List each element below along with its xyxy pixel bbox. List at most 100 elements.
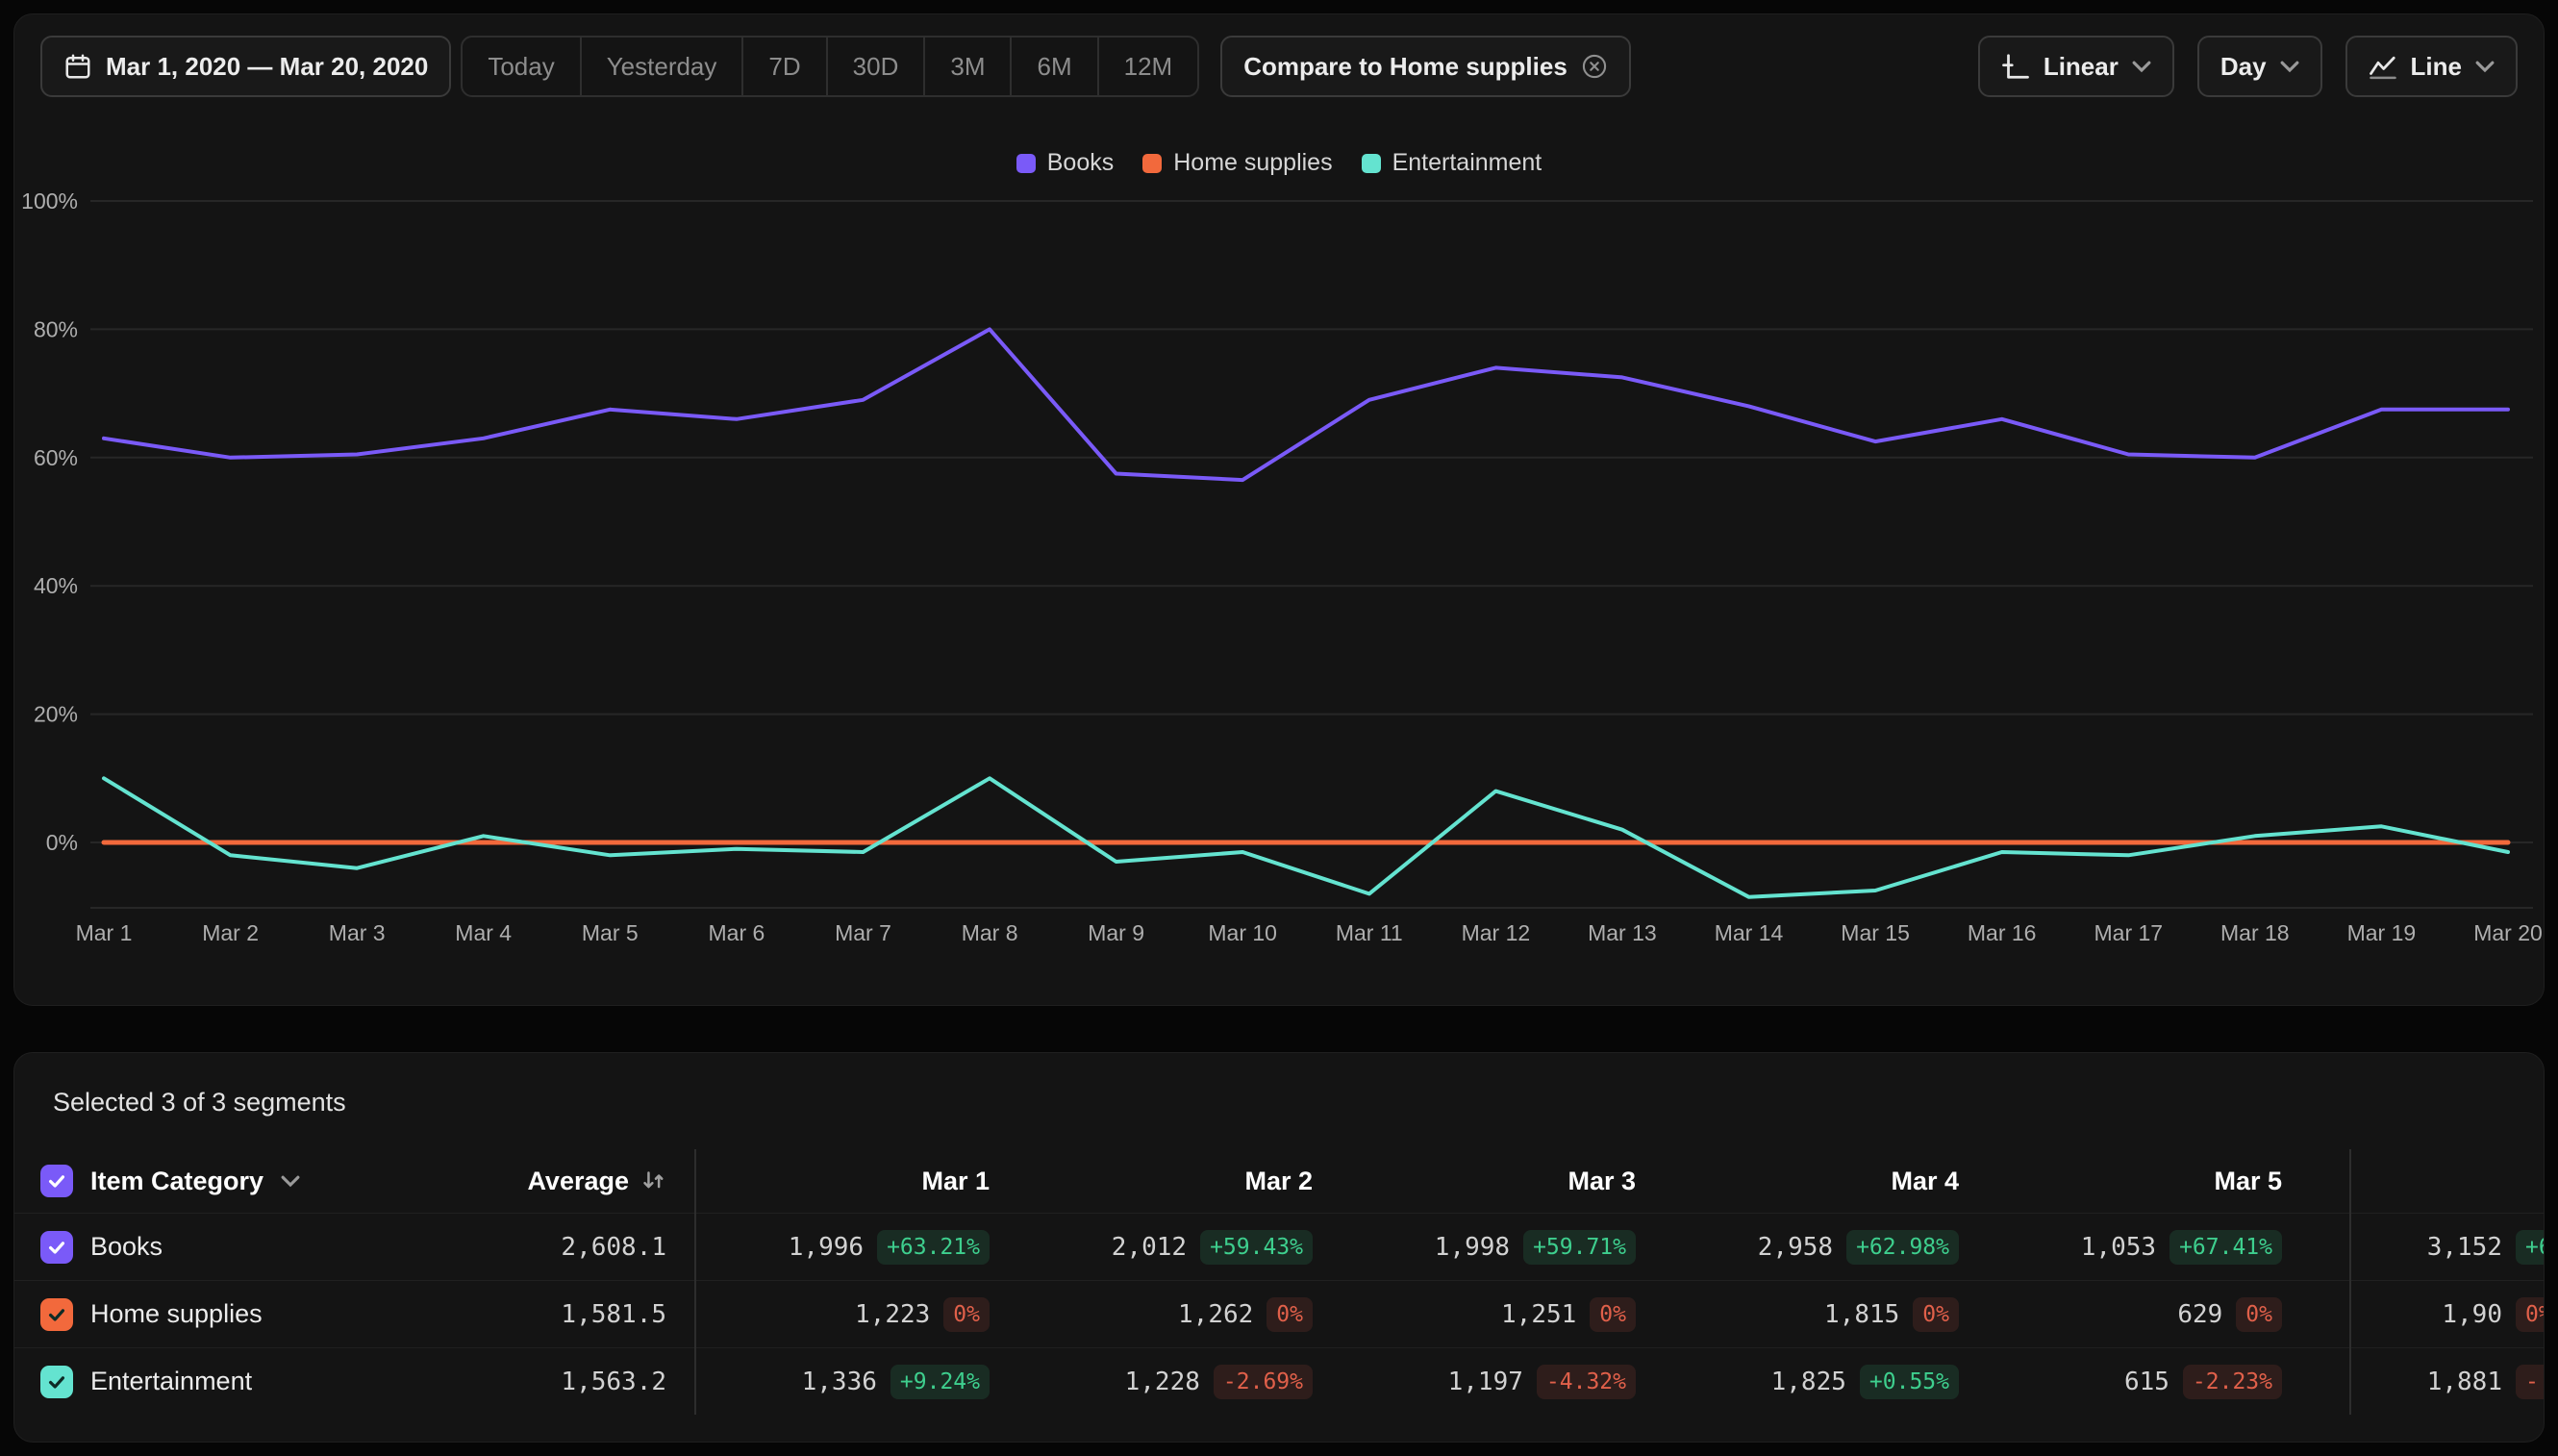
- remove-compare-icon[interactable]: [1581, 53, 1608, 80]
- table-row-books: Books2,608.11,996+63.21%2,012+59.43%1,99…: [14, 1213, 2545, 1280]
- chart-card: Mar 1, 2020 — Mar 20, 2020 TodayYesterda…: [13, 13, 2545, 1006]
- segment-checkbox-entertainment[interactable]: [40, 1366, 73, 1398]
- delta-badge: +9.24%: [890, 1365, 990, 1399]
- check-icon: [46, 1170, 67, 1192]
- segment-checkbox-books[interactable]: [40, 1231, 73, 1264]
- average-cell: 1,563.2: [457, 1368, 666, 1396]
- x-tick-label: Mar 18: [2220, 920, 2290, 945]
- delta-badge: -: [2516, 1365, 2545, 1399]
- segment-cell: Entertainment: [14, 1366, 457, 1398]
- x-tick-label: Mar 16: [1968, 920, 2037, 945]
- table-row-entertainment: Entertainment1,563.21,336+9.24%1,228-2.6…: [14, 1347, 2545, 1415]
- value-cell: 1,2230%: [666, 1297, 990, 1332]
- range-today-button[interactable]: Today: [461, 36, 581, 97]
- segment-cell: Home supplies: [14, 1298, 457, 1331]
- sort-icon: [640, 1168, 666, 1194]
- y-tick-label: 80%: [34, 316, 78, 341]
- value-cell: 3,152+6: [2282, 1230, 2545, 1265]
- value-cell: 1,825+0.55%: [1636, 1365, 1959, 1399]
- column-header-label: Mar 2: [1244, 1167, 1313, 1196]
- category-header-cell[interactable]: Item Category: [14, 1165, 457, 1197]
- y-tick-label: 0%: [46, 830, 78, 855]
- x-tick-label: Mar 1: [76, 920, 133, 945]
- y-tick-label: 20%: [34, 702, 78, 727]
- column-header-mar-5[interactable]: Mar 5: [1959, 1167, 2282, 1196]
- range-3m-button[interactable]: 3M: [923, 36, 1012, 97]
- chevron-down-icon: [2132, 61, 2151, 73]
- x-tick-label: Mar 6: [709, 920, 765, 945]
- column-header-label: Mar 3: [1567, 1167, 1636, 1196]
- range-12m-button[interactable]: 12M: [1097, 36, 1200, 97]
- column-header-mar-2[interactable]: Mar 2: [990, 1167, 1313, 1196]
- range-yesterday-button[interactable]: Yesterday: [580, 36, 744, 97]
- chevron-down-icon: [2475, 61, 2495, 73]
- chevron-down-icon: [281, 1175, 300, 1188]
- x-tick-label: Mar 13: [1588, 920, 1657, 945]
- calendar-icon: [63, 52, 92, 81]
- average-header-cell[interactable]: Average: [457, 1167, 666, 1196]
- segment-label: Entertainment: [90, 1367, 252, 1396]
- range-6m-button[interactable]: 6M: [1010, 36, 1098, 97]
- range-7d-button[interactable]: 7D: [741, 36, 827, 97]
- series-line-entertainment: [104, 778, 2508, 896]
- x-tick-label: Mar 7: [835, 920, 891, 945]
- legend-item-entertainment[interactable]: Entertainment: [1362, 149, 1542, 177]
- delta-badge: +59.71%: [1523, 1230, 1636, 1265]
- y-tick-label: 40%: [34, 573, 78, 598]
- chart-type-label: Line: [2411, 52, 2462, 82]
- delta-badge: 0%: [943, 1297, 990, 1332]
- x-tick-label: Mar 3: [329, 920, 386, 945]
- legend-swatch: [1142, 154, 1162, 173]
- value-cell: 1,2620%: [990, 1297, 1313, 1332]
- select-all-checkbox[interactable]: [40, 1165, 73, 1197]
- legend-item-home-supplies[interactable]: Home supplies: [1142, 149, 1332, 177]
- scale-select[interactable]: Linear: [1978, 36, 2174, 97]
- delta-badge: 0%: [1590, 1297, 1636, 1332]
- column-header-mar-1[interactable]: Mar 1: [666, 1167, 990, 1196]
- x-tick-label: Mar 9: [1088, 920, 1144, 945]
- granularity-select[interactable]: Day: [2197, 36, 2322, 97]
- range-30d-button[interactable]: 30D: [826, 36, 926, 97]
- segments-table-card: Selected 3 of 3 segments Item Category A…: [13, 1052, 2545, 1443]
- legend-label: Books: [1047, 149, 1114, 177]
- delta-badge: -4.32%: [1537, 1365, 1636, 1399]
- column-divider: [694, 1149, 696, 1415]
- delta-badge: +6: [2516, 1230, 2545, 1265]
- x-tick-label: Mar 11: [1336, 920, 1403, 945]
- value-cell: 1,900%: [2282, 1297, 2545, 1332]
- x-tick-label: Mar 19: [2347, 920, 2417, 945]
- average-cell: 2,608.1: [457, 1233, 666, 1262]
- legend-item-books[interactable]: Books: [1016, 149, 1114, 177]
- series-line-books: [104, 329, 2508, 480]
- x-tick-label: Mar 17: [2094, 920, 2164, 945]
- column-header-mar-3[interactable]: Mar 3: [1313, 1167, 1636, 1196]
- toolbar: Mar 1, 2020 — Mar 20, 2020 TodayYesterda…: [40, 36, 2518, 97]
- delta-badge: 0%: [2236, 1297, 2282, 1332]
- date-range-button[interactable]: Mar 1, 2020 — Mar 20, 2020: [40, 36, 451, 97]
- chevron-down-icon: [2280, 61, 2299, 73]
- linear-scale-icon: [2001, 52, 2030, 81]
- column-divider: [2349, 1149, 2351, 1415]
- chart-legend: Books Home supplies Entertainment: [14, 149, 2544, 177]
- category-header-label: Item Category: [90, 1167, 263, 1196]
- x-tick-label: Mar 5: [582, 920, 639, 945]
- delta-badge: 0%: [1913, 1297, 1959, 1332]
- column-header-label: Mar 5: [2214, 1167, 2282, 1196]
- x-tick-label: Mar 4: [455, 920, 512, 945]
- value-cell: 1,996+63.21%: [666, 1230, 990, 1265]
- average-cell: 1,581.5: [457, 1300, 666, 1329]
- chart-type-select[interactable]: Line: [2345, 36, 2518, 97]
- segment-checkbox-home-supplies[interactable]: [40, 1298, 73, 1331]
- column-header-mar-4[interactable]: Mar 4: [1636, 1167, 1959, 1196]
- x-tick-label: Mar 12: [1462, 920, 1531, 945]
- segment-cell: Books: [14, 1231, 457, 1264]
- value-cell: 1,228-2.69%: [990, 1365, 1313, 1399]
- check-icon: [46, 1371, 67, 1393]
- delta-badge: -2.69%: [1214, 1365, 1313, 1399]
- scale-label: Linear: [2044, 52, 2119, 82]
- segments-table: Item Category Average Mar 1Mar 2Mar 3Mar…: [14, 1149, 2545, 1415]
- x-tick-label: Mar 15: [1841, 920, 1910, 945]
- compare-button[interactable]: Compare to Home supplies: [1220, 36, 1631, 97]
- value-cell: 2,012+59.43%: [990, 1230, 1313, 1265]
- value-cell: 1,8150%: [1636, 1297, 1959, 1332]
